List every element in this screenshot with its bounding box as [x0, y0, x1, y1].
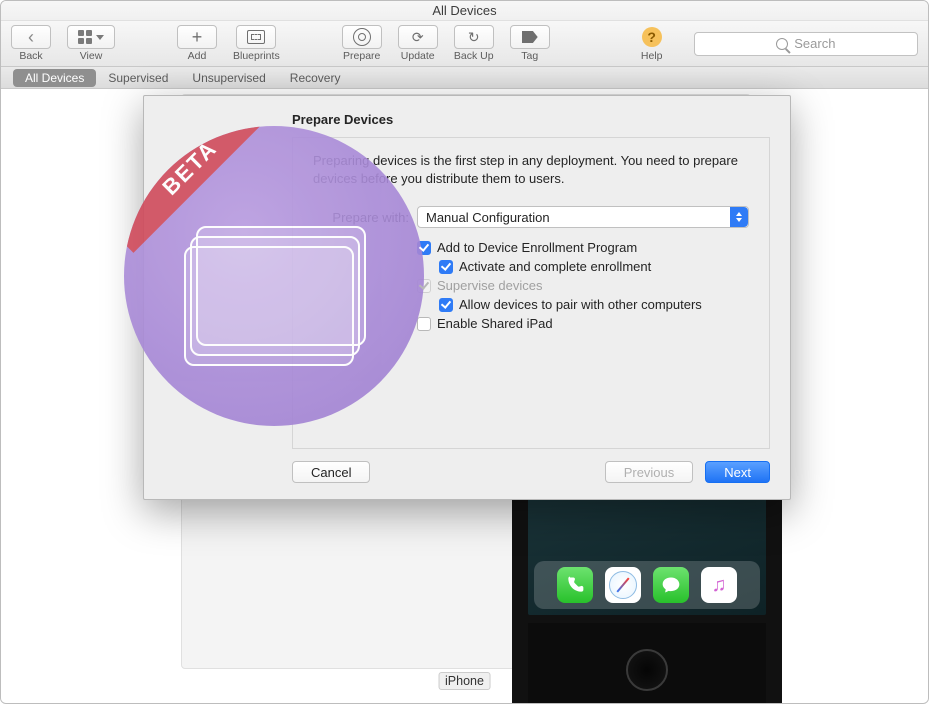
plus-icon: +: [192, 27, 203, 48]
prepare-with-value: Manual Configuration: [426, 210, 550, 225]
filter-tabbar: All Devices Supervised Unsupervised Reco…: [1, 67, 928, 89]
prepare-with-select[interactable]: Manual Configuration: [417, 206, 749, 228]
view-label: View: [80, 50, 103, 62]
chevron-down-icon: [96, 35, 104, 40]
view-button-group: View: [67, 25, 115, 62]
dialog-footer: Cancel Previous Next: [144, 449, 790, 499]
search-input[interactable]: Search: [694, 32, 918, 56]
content-area: ♫ iPhone BETA Prepare Devices Preparing: [1, 89, 928, 703]
backup-button[interactable]: [454, 25, 494, 49]
blueprints-label: Blueprints: [233, 50, 280, 62]
blueprints-button-group: Blueprints: [233, 25, 280, 62]
add-button-group: + Add: [177, 25, 217, 62]
label-supervise: Supervise devices: [437, 278, 543, 293]
chevron-left-icon: [28, 27, 34, 48]
tag-label: Tag: [521, 50, 538, 62]
label-allow-pair: Allow devices to pair with other compute…: [459, 297, 702, 312]
backup-label: Back Up: [454, 50, 494, 62]
tag-icon: [522, 31, 538, 43]
prepare-dialog: BETA Prepare Devices Preparing devices i…: [143, 95, 791, 500]
update-button[interactable]: [398, 25, 438, 49]
help-button-group: ? Help: [632, 25, 672, 62]
window-title: All Devices: [432, 3, 496, 18]
update-button-group: Update: [398, 25, 438, 62]
toolbar: Back View + Add Blueprints Prepare Updat…: [1, 21, 928, 67]
prepare-button-group: Prepare: [342, 25, 382, 62]
dialog-title: Prepare Devices: [292, 112, 770, 127]
backup-icon: [468, 29, 480, 46]
tab-all-devices[interactable]: All Devices: [13, 69, 96, 87]
cancel-button[interactable]: Cancel: [292, 461, 370, 483]
tab-recovery[interactable]: Recovery: [278, 69, 353, 87]
checkbox-shared-ipad[interactable]: [417, 317, 431, 331]
device-name-label[interactable]: iPhone: [438, 672, 491, 690]
safari-app-icon: [605, 567, 641, 603]
back-label: Back: [19, 50, 42, 62]
view-button[interactable]: [67, 25, 115, 49]
blueprint-icon: [247, 30, 265, 44]
refresh-icon: [412, 29, 424, 46]
add-button[interactable]: +: [177, 25, 217, 49]
update-label: Update: [401, 50, 435, 62]
select-stepper-icon: [730, 207, 748, 227]
help-icon: ?: [642, 27, 662, 47]
add-label: Add: [188, 50, 207, 62]
tab-unsupervised[interactable]: Unsupervised: [180, 69, 277, 87]
tag-button-group: Tag: [510, 25, 550, 62]
back-button-group: Back: [11, 25, 51, 62]
grid-icon: [78, 30, 92, 44]
next-button[interactable]: Next: [705, 461, 770, 483]
prepare-label: Prepare: [343, 50, 380, 62]
previous-button: Previous: [605, 461, 694, 483]
label-shared-ipad: Enable Shared iPad: [437, 316, 553, 331]
window-titlebar: All Devices: [1, 1, 928, 21]
checkbox-allow-pair[interactable]: [439, 298, 453, 312]
search-icon: [776, 38, 788, 50]
beta-badge: BETA: [124, 126, 424, 426]
search-placeholder: Search: [794, 36, 835, 51]
music-app-icon: ♫: [701, 567, 737, 603]
messages-app-icon: [653, 567, 689, 603]
backup-button-group: Back Up: [454, 25, 494, 62]
help-label: Help: [641, 50, 663, 62]
tab-supervised[interactable]: Supervised: [96, 69, 180, 87]
help-button[interactable]: ?: [632, 25, 672, 49]
phone-app-icon: [557, 567, 593, 603]
label-activate-enrollment: Activate and complete enrollment: [459, 259, 651, 274]
prepare-button[interactable]: [342, 25, 382, 49]
tag-button[interactable]: [510, 25, 550, 49]
blueprints-button[interactable]: [236, 25, 276, 49]
checkbox-activate-enrollment[interactable]: [439, 260, 453, 274]
app-window: All Devices Back View + Add Blueprints P…: [0, 0, 929, 704]
gear-icon: [353, 28, 371, 46]
label-add-dep: Add to Device Enrollment Program: [437, 240, 637, 255]
back-button[interactable]: [11, 25, 51, 49]
home-button-icon: [626, 649, 668, 691]
